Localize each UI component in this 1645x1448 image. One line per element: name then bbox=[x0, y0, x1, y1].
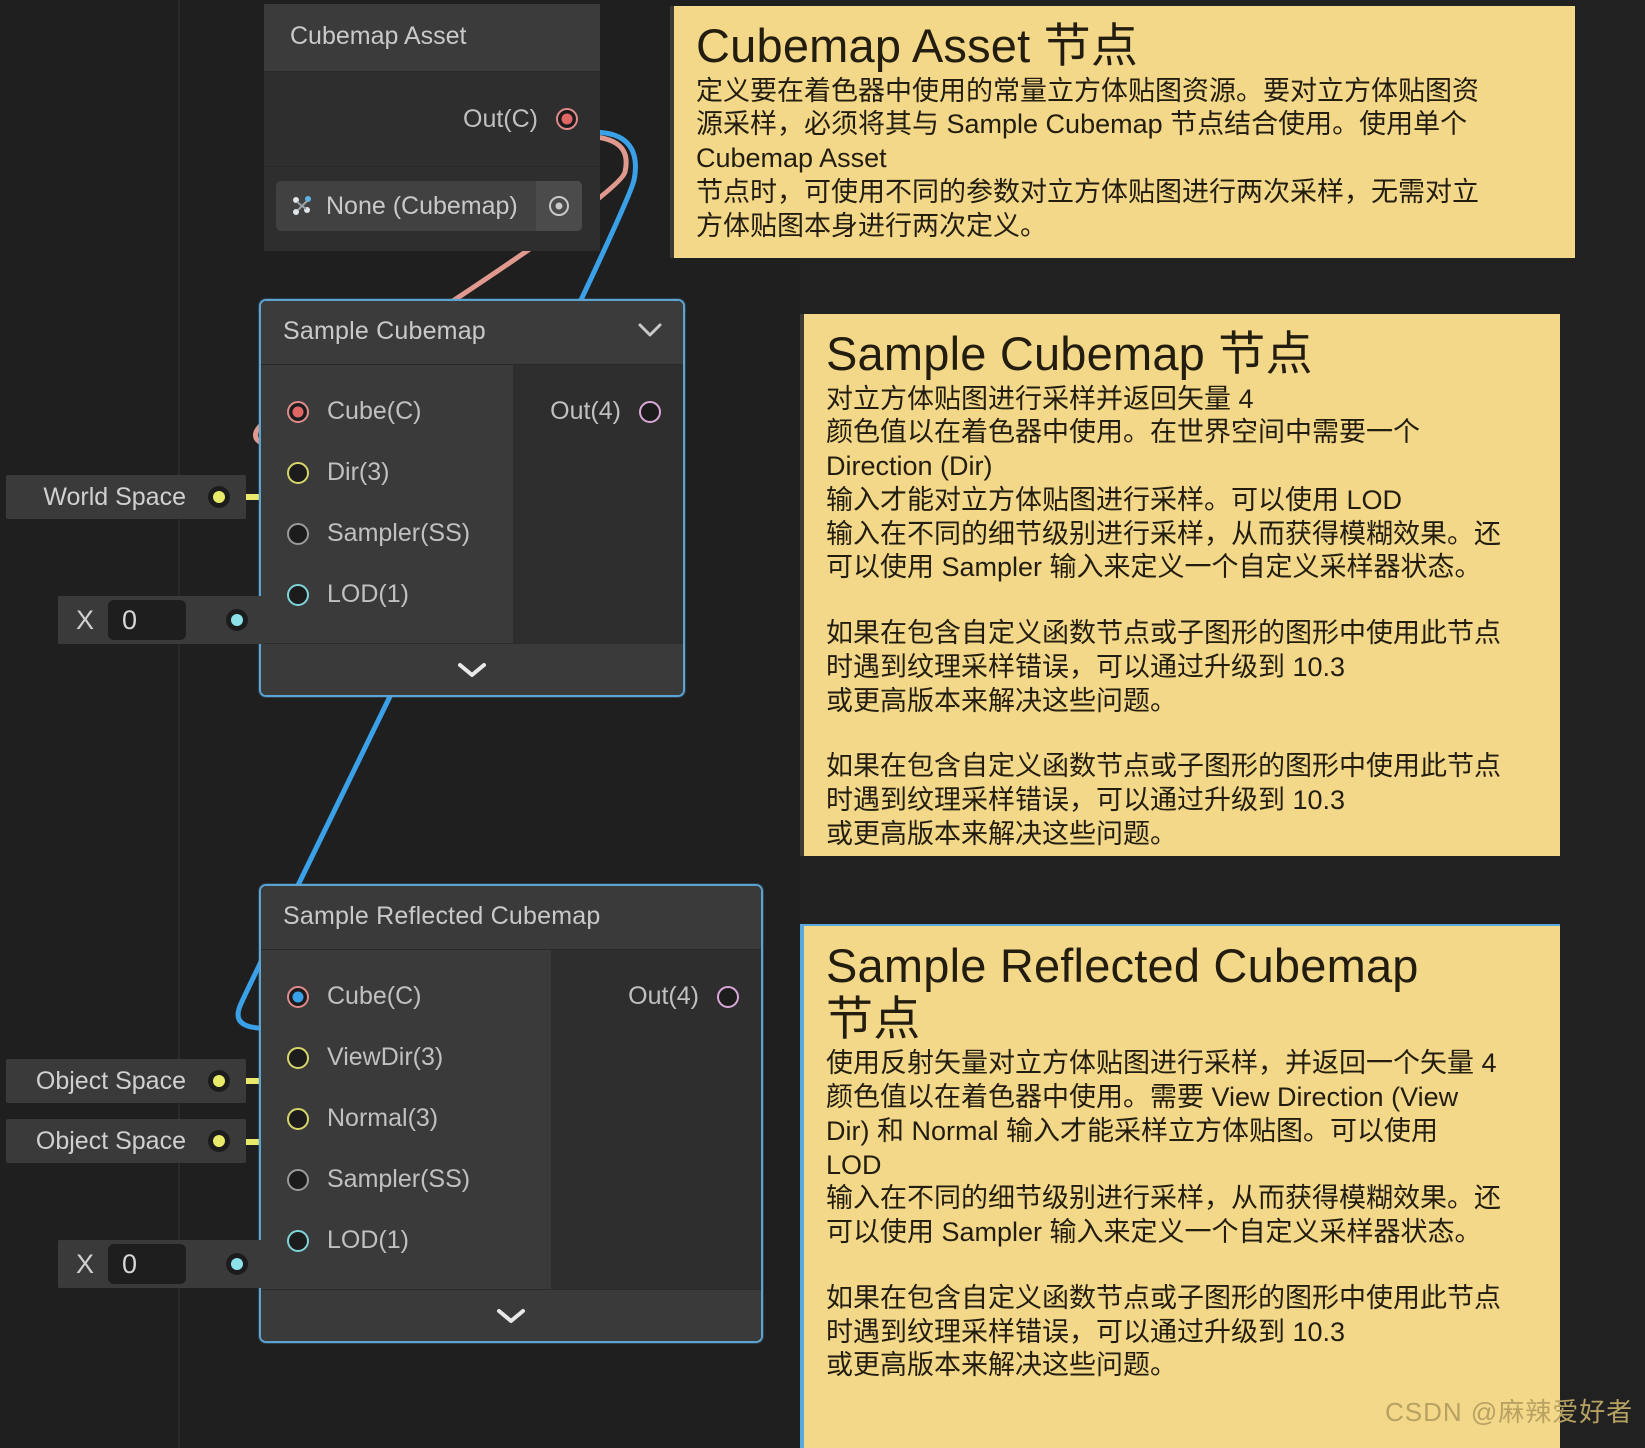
node-title: Sample Reflected Cubemap bbox=[283, 902, 601, 930]
port-row-dir[interactable]: Dir(3) bbox=[261, 442, 513, 503]
object-field-area: None (Cubemap) bbox=[264, 167, 600, 251]
annotation-title: Sample Cubemap 节点 bbox=[826, 327, 1313, 380]
object-picker-icon[interactable] bbox=[536, 181, 582, 231]
input-slot-sampler[interactable] bbox=[287, 522, 309, 545]
input-slot-normal[interactable] bbox=[287, 1107, 309, 1130]
input-slot-cube[interactable] bbox=[287, 985, 309, 1008]
port-row-cube[interactable]: Cube(C) bbox=[261, 381, 513, 442]
sample-reflected-cubemap-annotation: Sample Reflected Cubemap 节点 使用反射矢量对立方体贴图… bbox=[800, 924, 1560, 1448]
port-label: Cube(C) bbox=[327, 397, 422, 425]
node-title: Cubemap Asset bbox=[264, 4, 600, 72]
annotation-body: 定义要在着色器中使用的常量立方体贴图资源。要对立方体贴图资 源采样，必须将其与 … bbox=[696, 75, 1479, 241]
property-output-dot[interactable] bbox=[226, 609, 249, 631]
input-slot-lod[interactable] bbox=[287, 1229, 309, 1252]
property-world-space-dir[interactable]: World Space bbox=[6, 475, 246, 519]
number-value: 0 bbox=[122, 604, 138, 635]
annotation-title: Sample Reflected Cubemap 节点 bbox=[826, 939, 1419, 1045]
port-row-viewdir[interactable]: ViewDir(3) bbox=[261, 1027, 551, 1088]
node-expand-footer[interactable] bbox=[261, 1289, 761, 1341]
output-ports: Out(4) bbox=[551, 950, 761, 1289]
property-label: World Space bbox=[43, 482, 186, 511]
shader-graph-screenshot: Cubemap Asset Out(C) None (Cubemap) Samp… bbox=[0, 0, 1645, 1448]
port-row-out[interactable]: Out(4) bbox=[551, 966, 761, 1027]
property-object-space-viewdir[interactable]: Object Space bbox=[6, 1059, 246, 1103]
property-label: Object Space bbox=[35, 1066, 186, 1095]
property-output-dot[interactable] bbox=[208, 1130, 230, 1152]
property-output-dot[interactable] bbox=[226, 1253, 249, 1275]
chevron-down-icon[interactable] bbox=[456, 657, 488, 683]
annotation-title: Cubemap Asset 节点 bbox=[696, 19, 1139, 72]
port-label: LOD(1) bbox=[327, 580, 409, 608]
output-slot-cubemap[interactable] bbox=[556, 108, 578, 130]
property-lod-value-top[interactable]: X 0 bbox=[58, 596, 265, 644]
chevron-down-icon[interactable] bbox=[495, 1303, 527, 1329]
node-expand-footer[interactable] bbox=[261, 643, 683, 695]
property-lod-value-bottom[interactable]: X 0 bbox=[58, 1240, 265, 1288]
node-title: Sample Cubemap bbox=[283, 317, 486, 345]
port-label: ViewDir(3) bbox=[327, 1043, 444, 1071]
input-slot-sampler[interactable] bbox=[287, 1168, 309, 1191]
node-title-bar[interactable]: Sample Cubemap bbox=[261, 301, 683, 365]
port-row-sampler[interactable]: Sampler(SS) bbox=[261, 1149, 551, 1210]
object-field-value: None (Cubemap) bbox=[326, 191, 518, 220]
port-label: Dir(3) bbox=[327, 458, 390, 486]
input-ports: Cube(C) ViewDir(3) Normal(3) Sampler(SS) bbox=[261, 950, 551, 1289]
node-sample-reflected-cubemap[interactable]: Sample Reflected Cubemap Cube(C) ViewDir… bbox=[259, 884, 763, 1343]
port-row-normal[interactable]: Normal(3) bbox=[261, 1088, 551, 1149]
port-label: Sampler(SS) bbox=[327, 519, 471, 547]
property-object-space-normal[interactable]: Object Space bbox=[6, 1119, 246, 1163]
annotation-body: 使用反射矢量对立方体贴图进行采样，并返回一个矢量 4 颜色值以在着色器中使用。需… bbox=[826, 1048, 1501, 1247]
property-output-dot[interactable] bbox=[208, 1070, 230, 1092]
annotation-body: 对立方体贴图进行采样并返回矢量 4 颜色值以在着色器中使用。在世界空间中需要一个… bbox=[826, 383, 1501, 583]
port-row-lod[interactable]: LOD(1) bbox=[261, 564, 513, 625]
output-port-row[interactable]: Out(C) bbox=[264, 72, 600, 167]
port-label: LOD(1) bbox=[327, 1226, 409, 1254]
csdn-watermark: CSDN @麻辣爱好者 bbox=[1385, 1397, 1634, 1427]
axis-label: X bbox=[76, 1248, 95, 1279]
input-slot-lod[interactable] bbox=[287, 583, 309, 606]
port-row-cube[interactable]: Cube(C) bbox=[261, 966, 551, 1027]
input-slot-dir[interactable] bbox=[287, 461, 309, 484]
output-ports: Out(4) bbox=[513, 365, 683, 643]
axis-label: X bbox=[76, 604, 95, 635]
port-row-sampler[interactable]: Sampler(SS) bbox=[261, 503, 513, 564]
node-sample-cubemap[interactable]: Sample Cubemap Cube(C) Dir(3) Sampler(SS… bbox=[259, 299, 685, 697]
input-slot-cube[interactable] bbox=[287, 400, 309, 423]
grid-line bbox=[178, 0, 180, 1448]
number-value: 0 bbox=[122, 1248, 138, 1279]
cubemap-asset-annotation: Cubemap Asset 节点 定义要在着色器中使用的常量立方体贴图资源。要对… bbox=[670, 6, 1575, 258]
annotation-body-2: 如果在包含自定义函数节点或子图形的图形中使用此节点 时遇到纹理采样错误，可以通过… bbox=[826, 1282, 1501, 1381]
node-title-bar[interactable]: Sample Reflected Cubemap bbox=[261, 886, 761, 950]
node-cubemap-asset[interactable]: Cubemap Asset Out(C) None (Cubemap) bbox=[264, 4, 600, 251]
port-label: Cube(C) bbox=[327, 982, 422, 1010]
port-row-lod[interactable]: LOD(1) bbox=[261, 1210, 551, 1271]
output-slot-out[interactable] bbox=[639, 400, 661, 423]
number-input[interactable]: 0 bbox=[108, 600, 187, 640]
property-output-dot[interactable] bbox=[208, 486, 230, 508]
property-label: Object Space bbox=[35, 1126, 186, 1155]
annotation-body-2: 如果在包含自定义函数节点或子图形的图形中使用此节点 时遇到纹理采样错误，可以通过… bbox=[826, 618, 1501, 716]
cubemap-object-field[interactable]: None (Cubemap) bbox=[276, 181, 582, 231]
node-ports: Cube(C) ViewDir(3) Normal(3) Sampler(SS) bbox=[261, 950, 761, 1289]
chevron-down-icon[interactable] bbox=[637, 322, 663, 342]
port-label: Out(4) bbox=[628, 982, 699, 1010]
port-label: Out(4) bbox=[550, 397, 621, 425]
port-label: Normal(3) bbox=[327, 1104, 439, 1132]
sample-cubemap-annotation: Sample Cubemap 节点 对立方体贴图进行采样并返回矢量 4 颜色值以… bbox=[800, 314, 1560, 856]
node-ports: Cube(C) Dir(3) Sampler(SS) LOD(1) Out(4) bbox=[261, 365, 683, 643]
output-slot-out[interactable] bbox=[717, 985, 739, 1008]
number-input[interactable]: 0 bbox=[108, 1244, 187, 1284]
input-ports: Cube(C) Dir(3) Sampler(SS) LOD(1) bbox=[261, 365, 513, 643]
port-label: Out(C) bbox=[463, 104, 538, 133]
input-slot-viewdir[interactable] bbox=[287, 1046, 309, 1069]
port-label: Sampler(SS) bbox=[327, 1165, 471, 1193]
cubemap-icon bbox=[290, 194, 316, 218]
annotation-body-3: 如果在包含自定义函数节点或子图形的图形中使用此节点 时遇到纹理采样错误，可以通过… bbox=[826, 751, 1501, 849]
port-row-out[interactable]: Out(4) bbox=[513, 381, 683, 442]
